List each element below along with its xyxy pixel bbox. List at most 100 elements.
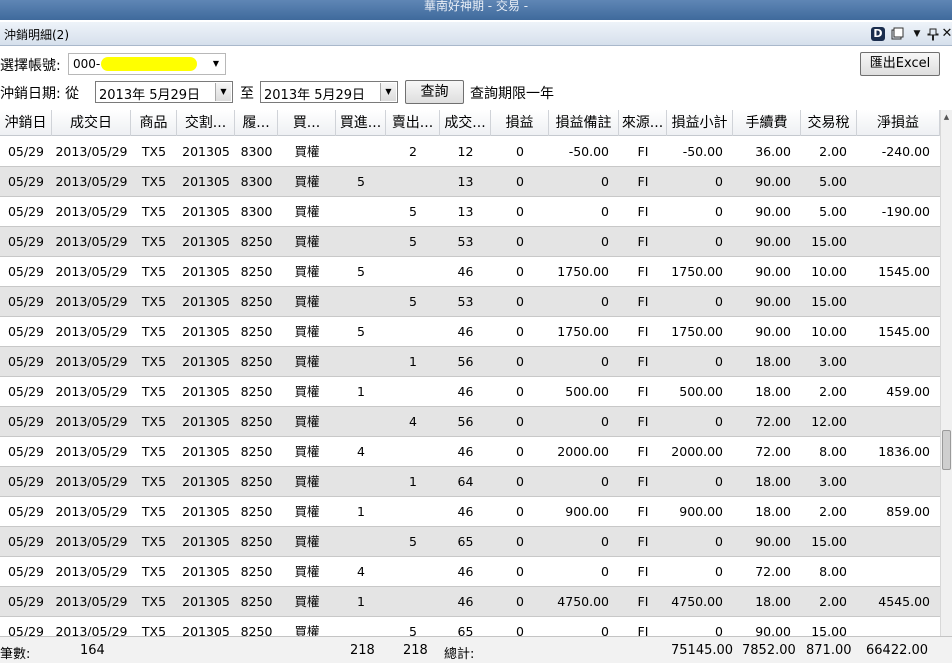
cell-pl-subtotal: 0 bbox=[715, 174, 723, 189]
table-row[interactable]: 05/29 2013/05/29 TX5 201305 8250 買權 4 46 0 0 FI 0 72… bbox=[0, 557, 940, 587]
cell-buy-qty bbox=[336, 467, 386, 497]
query-button[interactable]: 查詢 bbox=[405, 80, 464, 104]
table-row[interactable]: 05/29 2013/05/29 TX5 201305 8250 買權 5 53 0 0 FI 0 90… bbox=[0, 227, 940, 257]
cell-sell-qty bbox=[386, 437, 440, 467]
cell-profit-loss: 0 bbox=[516, 564, 524, 579]
cell-product: TX5 bbox=[141, 294, 167, 309]
cell-pl-note: 1750.00 bbox=[557, 264, 609, 279]
account-select[interactable]: 000- ▼ bbox=[68, 53, 226, 75]
table-row[interactable]: 05/29 2013/05/29 TX5 201305 8250 買權 1 56 0 0 FI 0 18… bbox=[0, 347, 940, 377]
table-row[interactable]: 05/29 2013/05/29 TX5 201305 8250 買權 5 46 0 1750.0… bbox=[0, 257, 940, 287]
cell-sell-qty: 5 bbox=[409, 204, 417, 219]
column-header-delivery-month[interactable]: 交割... bbox=[177, 110, 235, 136]
cell-product: TX5 bbox=[141, 504, 167, 519]
cell-product: TX5 bbox=[141, 444, 167, 459]
cell-buy-qty: 5 bbox=[357, 324, 365, 339]
cell-offset-date: 05/29 bbox=[7, 324, 45, 339]
table-row[interactable]: 05/29 2013/05/29 TX5 201305 8300 買權 2 12 0 -50.00… bbox=[0, 137, 940, 167]
cell-product: TX5 bbox=[141, 624, 167, 636]
cell-strike: 8250 bbox=[240, 444, 273, 459]
date-from-picker[interactable]: 2013年 5月29日 ▼ bbox=[95, 81, 233, 103]
scrollbar-thumb[interactable] bbox=[942, 430, 951, 470]
cell-delivery-month: 201305 bbox=[182, 474, 230, 489]
column-header-offset-date[interactable]: 沖銷日 bbox=[0, 110, 52, 136]
cell-profit-loss: 0 bbox=[516, 294, 524, 309]
cell-pl-subtotal: 0 bbox=[715, 564, 723, 579]
pin-icon[interactable] bbox=[926, 27, 940, 41]
cell-source: FI bbox=[637, 534, 649, 549]
cell-buy-qty bbox=[336, 287, 386, 317]
cell-offset-date: 05/29 bbox=[7, 384, 45, 399]
cell-net-pl bbox=[857, 407, 940, 437]
table-row[interactable]: 05/29 2013/05/29 TX5 201305 8300 買權 5 13 0 0 FI 0 90… bbox=[0, 167, 940, 197]
column-header-pl-note[interactable]: 損益備註 bbox=[549, 110, 619, 136]
table-row[interactable]: 05/29 2013/05/29 TX5 201305 8250 買權 5 46 0 1750.0… bbox=[0, 317, 940, 347]
cell-delivery-month: 201305 bbox=[182, 354, 230, 369]
cell-pl-note: 900.00 bbox=[565, 504, 609, 519]
column-header-pl-subtotal[interactable]: 損益小計 bbox=[667, 110, 733, 136]
chevron-down-icon[interactable]: ▼ bbox=[209, 57, 223, 71]
cell-buy-qty bbox=[336, 527, 386, 557]
cell-delivery-month: 201305 bbox=[182, 444, 230, 459]
table-row[interactable]: 05/29 2013/05/29 TX5 201305 8300 買權 5 13 0 0 FI 0 90… bbox=[0, 197, 940, 227]
cell-type: 買權 bbox=[294, 504, 320, 519]
table-row[interactable]: 05/29 2013/05/29 TX5 201305 8250 買權 1 46 0 4750.0… bbox=[0, 587, 940, 617]
column-header-strike[interactable]: 履... bbox=[235, 110, 278, 136]
scroll-up-icon[interactable]: ▲ bbox=[941, 110, 952, 124]
cell-strike: 8250 bbox=[240, 534, 273, 549]
cell-trade-date: 2013/05/29 bbox=[55, 474, 128, 489]
table-row[interactable]: 05/29 2013/05/29 TX5 201305 8250 買權 5 53 0 0 FI 0 90… bbox=[0, 287, 940, 317]
column-header-source[interactable]: 來源... bbox=[619, 110, 667, 136]
cell-delivery-month: 201305 bbox=[182, 324, 230, 339]
cell-trade-price: 65 bbox=[457, 534, 474, 549]
column-header-tax[interactable]: 交易稅 bbox=[801, 110, 857, 136]
cell-profit-loss: 0 bbox=[516, 234, 524, 249]
date-to-picker[interactable]: 2013年 5月29日 ▼ bbox=[260, 81, 398, 103]
export-excel-button[interactable]: 匯出Excel bbox=[860, 52, 940, 76]
vertical-scrollbar[interactable]: ▲ bbox=[940, 110, 952, 636]
dropdown-icon[interactable]: ▼ bbox=[910, 27, 924, 41]
cell-net-pl: 1545.00 bbox=[878, 324, 930, 339]
cell-trade-price: 13 bbox=[457, 204, 474, 219]
column-header-profit-loss[interactable]: 損益 bbox=[491, 110, 549, 136]
column-header-sell-qty[interactable]: 賣出... bbox=[386, 110, 440, 136]
cell-pl-note: 0 bbox=[601, 354, 609, 369]
settlement-grid[interactable]: 05/29 2013/05/29 TX5 201305 8300 買權 2 12 0 -50.00… bbox=[0, 137, 940, 636]
cell-profit-loss: 0 bbox=[516, 594, 524, 609]
column-header-fee[interactable]: 手續費 bbox=[733, 110, 801, 136]
column-header-trade-price[interactable]: 成交... bbox=[440, 110, 491, 136]
column-header-type[interactable]: 買... bbox=[278, 110, 336, 136]
cell-trade-date: 2013/05/29 bbox=[55, 594, 128, 609]
cell-trade-date: 2013/05/29 bbox=[55, 444, 128, 459]
account-value: 000- bbox=[73, 57, 101, 71]
table-row[interactable]: 05/29 2013/05/29 TX5 201305 8250 買權 1 64 0 0 FI 0 18… bbox=[0, 467, 940, 497]
cell-source: FI bbox=[637, 504, 649, 519]
date-to-label: 至 bbox=[240, 86, 254, 102]
cell-profit-loss: 0 bbox=[516, 474, 524, 489]
cell-product: TX5 bbox=[141, 594, 167, 609]
cell-trade-price: 46 bbox=[457, 324, 474, 339]
cell-trade-date: 2013/05/29 bbox=[55, 144, 128, 159]
cell-pl-note: 4750.00 bbox=[557, 594, 609, 609]
column-header-buy-qty[interactable]: 買進... bbox=[336, 110, 386, 136]
table-row[interactable]: 05/29 2013/05/29 TX5 201305 8250 買權 4 56 0 0 FI 0 72… bbox=[0, 407, 940, 437]
calendar-dropdown-icon[interactable]: ▼ bbox=[380, 83, 396, 101]
column-header-trade-date[interactable]: 成交日 bbox=[52, 110, 131, 136]
table-row[interactable]: 05/29 2013/05/29 TX5 201305 8250 買權 1 46 0 900.00… bbox=[0, 497, 940, 527]
window-icon[interactable] bbox=[890, 27, 904, 41]
column-header-product[interactable]: 商品 bbox=[131, 110, 177, 136]
cell-delivery-month: 201305 bbox=[182, 144, 230, 159]
table-row[interactable]: 05/29 2013/05/29 TX5 201305 8250 買權 4 46 0 2000.0… bbox=[0, 437, 940, 467]
table-row[interactable]: 05/29 2013/05/29 TX5 201305 8250 買權 5 65 0 0 FI 0 90… bbox=[0, 527, 940, 557]
cell-product: TX5 bbox=[141, 144, 167, 159]
close-icon[interactable]: ✕ bbox=[940, 27, 952, 41]
column-header-net-pl[interactable]: 淨損益 bbox=[857, 110, 940, 136]
d-icon[interactable]: D bbox=[871, 27, 885, 41]
calendar-dropdown-icon[interactable]: ▼ bbox=[215, 83, 231, 101]
cell-fee: 18.00 bbox=[755, 474, 791, 489]
table-row[interactable]: 05/29 2013/05/29 TX5 201305 8250 買權 1 46 0 500.00… bbox=[0, 377, 940, 407]
cell-source: FI bbox=[637, 624, 649, 636]
cell-net-pl bbox=[857, 617, 940, 636]
cell-fee: 90.00 bbox=[755, 204, 791, 219]
table-row[interactable]: 05/29 2013/05/29 TX5 201305 8250 買權 5 65 0 0 FI 0 90… bbox=[0, 617, 940, 636]
